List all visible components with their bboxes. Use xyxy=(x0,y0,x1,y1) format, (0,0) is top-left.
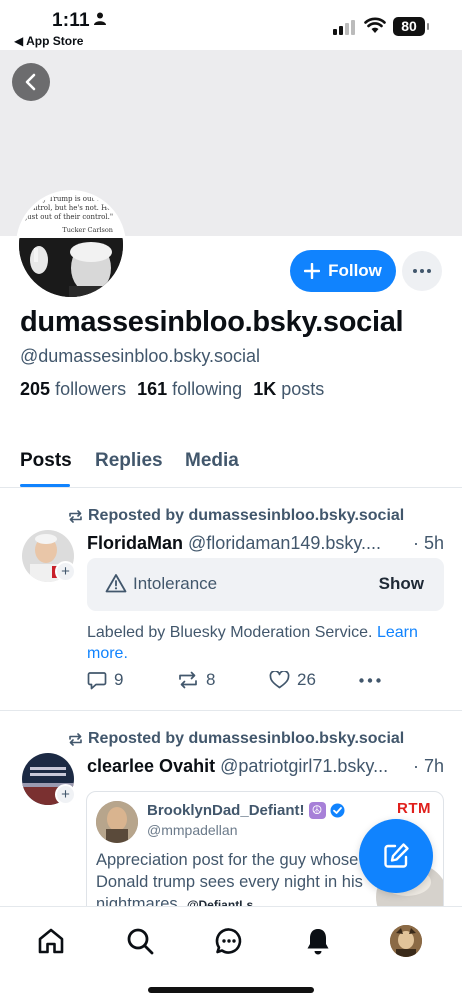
quoted-post-text: Appreciation post for the guy whose Dona… xyxy=(96,849,396,908)
bottom-navigation xyxy=(0,906,462,1000)
nav-profile[interactable] xyxy=(388,923,424,959)
plus-icon xyxy=(304,263,321,279)
followers-stat[interactable]: 205 followers xyxy=(20,379,126,400)
wifi-icon xyxy=(364,17,386,33)
peace-emoji-icon: ☮ xyxy=(308,802,326,819)
chevron-left-icon xyxy=(25,73,36,91)
following-count: 161 xyxy=(137,379,168,399)
search-icon xyxy=(127,928,154,955)
post-author-name[interactable]: clearlee Ovahit xyxy=(87,756,215,776)
quoted-author-handle: @mmpadellan xyxy=(147,822,238,838)
follow-author-plus-icon[interactable]: + xyxy=(55,784,76,805)
status-bar: 1:11 ◀ App Store 80 xyxy=(0,0,462,50)
warning-label: Intolerance xyxy=(133,574,218,593)
posts-label: posts xyxy=(281,379,325,399)
warning-icon xyxy=(105,574,127,593)
content-warning[interactable]: Intolerance Show xyxy=(87,558,444,611)
home-icon xyxy=(38,928,64,954)
like-button[interactable]: 26 xyxy=(269,670,316,690)
ellipsis-icon xyxy=(359,678,381,683)
repost-button[interactable]: 8 xyxy=(177,670,215,690)
nav-home[interactable] xyxy=(33,923,69,959)
posts-stat: 1K posts xyxy=(253,379,324,400)
profile-stats: 205 followers 161 following 1K posts xyxy=(20,379,324,400)
back-button[interactable] xyxy=(12,63,50,101)
post-author-name[interactable]: FloridaMan xyxy=(87,533,183,553)
profile-tabs: Posts Replies Media xyxy=(0,436,462,488)
post-author-handle[interactable]: @floridaman149.bsky.... xyxy=(188,533,381,553)
repost-label: Reposted by dumassesinbloo.bsky.social xyxy=(88,507,405,524)
post-author-handle[interactable]: @patriotgirl71.bsky... xyxy=(220,756,388,776)
post-timestamp: · 7h xyxy=(412,756,444,776)
back-to-app-store[interactable]: ◀ App Store xyxy=(14,34,83,48)
compose-icon xyxy=(384,843,409,868)
tab-posts[interactable]: Posts xyxy=(20,450,72,472)
cellular-signal-icon xyxy=(333,20,355,35)
more-options-button[interactable] xyxy=(402,251,442,291)
follow-author-plus-icon[interactable]: + xyxy=(55,561,76,582)
repost-icon xyxy=(179,671,197,689)
repost-icon xyxy=(69,732,82,746)
profile-avatar xyxy=(390,925,422,957)
profile-handle: @dumassesinbloo.bsky.social xyxy=(20,346,261,366)
reply-count: 9 xyxy=(114,670,124,689)
tab-replies[interactable]: Replies xyxy=(95,450,163,472)
follow-button[interactable]: Follow xyxy=(290,250,396,292)
bell-icon xyxy=(307,929,329,955)
nav-search[interactable] xyxy=(122,923,158,959)
post-timestamp: · 5h xyxy=(412,533,444,553)
following-label: following xyxy=(172,379,243,399)
post-actions: 9 8 26 xyxy=(87,670,447,694)
tab-media[interactable]: Media xyxy=(185,450,239,472)
following-stat[interactable]: 161 following xyxy=(137,379,242,400)
repost-count: 8 xyxy=(206,670,216,689)
posts-count: 1K xyxy=(253,379,277,399)
reply-button[interactable]: 9 xyxy=(87,670,123,690)
active-tab-indicator xyxy=(20,484,70,487)
heart-icon xyxy=(269,671,290,689)
home-indicator xyxy=(148,987,314,993)
like-count: 26 xyxy=(297,670,316,689)
reply-icon xyxy=(87,671,107,689)
nav-chat[interactable] xyxy=(211,923,247,959)
followers-label: followers xyxy=(55,379,127,399)
repost-indicator: Reposted by dumassesinbloo.bsky.social xyxy=(68,730,404,748)
compose-button[interactable] xyxy=(359,819,433,893)
ellipsis-icon xyxy=(413,269,431,273)
show-content-button[interactable]: Show xyxy=(379,574,424,594)
battery-indicator: 80 xyxy=(393,17,429,36)
quoted-author-avatar xyxy=(96,801,138,843)
avatar-quote-author: Tucker Carlson xyxy=(62,226,113,234)
post-header: clearlee Ovahit @patriotgirl71.bsky... xyxy=(87,756,388,777)
repost-label: Reposted by dumassesinbloo.bsky.social xyxy=(88,730,405,747)
profile-display-name: dumassesinbloo.bsky.social xyxy=(20,306,404,338)
moderation-note: Labeled by Bluesky Moderation Service. xyxy=(87,624,373,641)
rtm-badge: RTM xyxy=(397,800,431,817)
person-icon xyxy=(94,12,106,25)
chat-icon xyxy=(215,928,242,954)
profile-avatar[interactable]: "...say Trump is out of control, but he'… xyxy=(16,190,126,300)
nav-notifications[interactable] xyxy=(300,923,336,959)
avatar-photo xyxy=(19,238,123,297)
follow-label: Follow xyxy=(328,261,382,280)
quoted-author-name-text: BrooklynDad_Defiant! xyxy=(147,802,305,819)
avatar-quote-text: "...say Trump is out of control, but he'… xyxy=(25,195,117,221)
followers-count: 205 xyxy=(20,379,51,399)
quoted-author-name: BrooklynDad_Defiant! ☮ xyxy=(147,802,345,819)
repost-icon xyxy=(69,509,82,523)
post-more-button[interactable] xyxy=(359,678,381,683)
status-time: 1:11 xyxy=(52,10,90,31)
feed-post[interactable]: Reposted by dumassesinbloo.bsky.social +… xyxy=(0,489,462,711)
post-header: FloridaMan @floridaman149.bsky.... xyxy=(87,533,381,554)
moderation-label-text: Labeled by Bluesky Moderation Service. L… xyxy=(87,622,447,664)
verified-badge-icon xyxy=(330,803,345,818)
repost-indicator: Reposted by dumassesinbloo.bsky.social xyxy=(68,507,404,525)
